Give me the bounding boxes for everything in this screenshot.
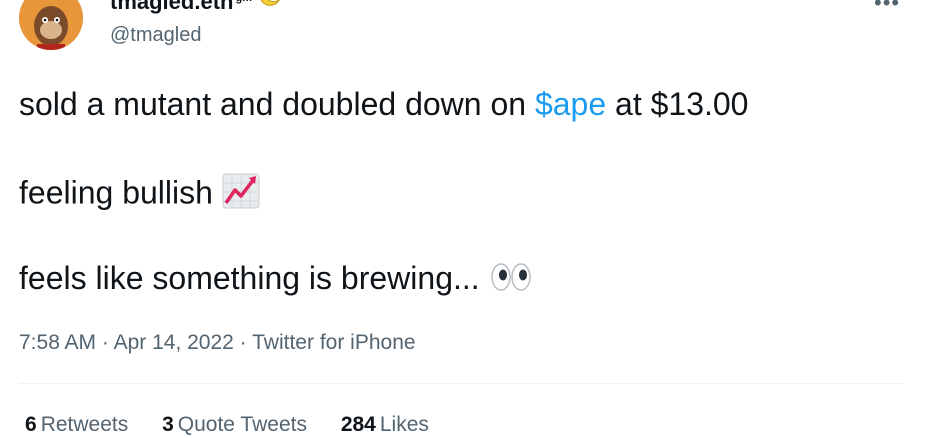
retweets-count: 6 [25, 413, 37, 436]
meta-separator: · [96, 331, 114, 354]
avatar[interactable] [19, 0, 83, 50]
quote-tweets-count: 3 [162, 413, 174, 436]
display-name[interactable]: tmagled.ethgm [110, 0, 282, 17]
cashtag-link[interactable]: $ape [535, 86, 606, 122]
tweet-line-2: feeling bullish [19, 172, 261, 218]
divider [19, 383, 903, 384]
eyes-icon [488, 261, 534, 301]
tweet-text-2: feeling bullish [19, 174, 213, 211]
quote-tweets-stat[interactable]: 3 Quote Tweets [162, 413, 307, 437]
tweet-time[interactable]: 7:58 AM [19, 331, 96, 354]
tweet-date[interactable]: Apr 14, 2022 [114, 331, 234, 354]
bored-ape-avatar-icon [19, 0, 83, 50]
more-options-icon[interactable]: ••• [874, 0, 900, 16]
tweet-text-3: feels like something is brewing... [19, 260, 480, 296]
tweet-line-1: sold a mutant and doubled down on $ape a… [19, 86, 748, 123]
tweet-text-1b: at $13.00 [606, 86, 749, 122]
tweet-line-3: feels like something is brewing... [19, 260, 534, 301]
engagement-stats: 6 Retweets 3 Quote Tweets 284 Likes [25, 413, 457, 437]
meta-separator: · [233, 331, 253, 354]
banana-icon [256, 0, 282, 17]
tweet-meta: 7:58 AM · Apr 14, 2022 · Twitter for iPh… [19, 331, 416, 355]
likes-label: Likes [379, 413, 429, 436]
tweet-text-1a: sold a mutant and doubled down on [19, 86, 535, 122]
display-name-text: tmagled.eth [110, 0, 234, 14]
user-handle[interactable]: @tmagled [110, 24, 201, 47]
likes-count: 284 [340, 413, 376, 436]
tweet-source[interactable]: Twitter for iPhone [252, 331, 415, 354]
retweets-stat[interactable]: 6 Retweets [25, 413, 128, 437]
likes-stat[interactable]: 284 Likes [341, 413, 429, 437]
display-name-suffix: gm [235, 0, 252, 4]
quote-tweets-label: Quote Tweets [177, 413, 307, 436]
retweets-label: Retweets [40, 413, 129, 436]
chart-increasing-icon [221, 172, 261, 218]
